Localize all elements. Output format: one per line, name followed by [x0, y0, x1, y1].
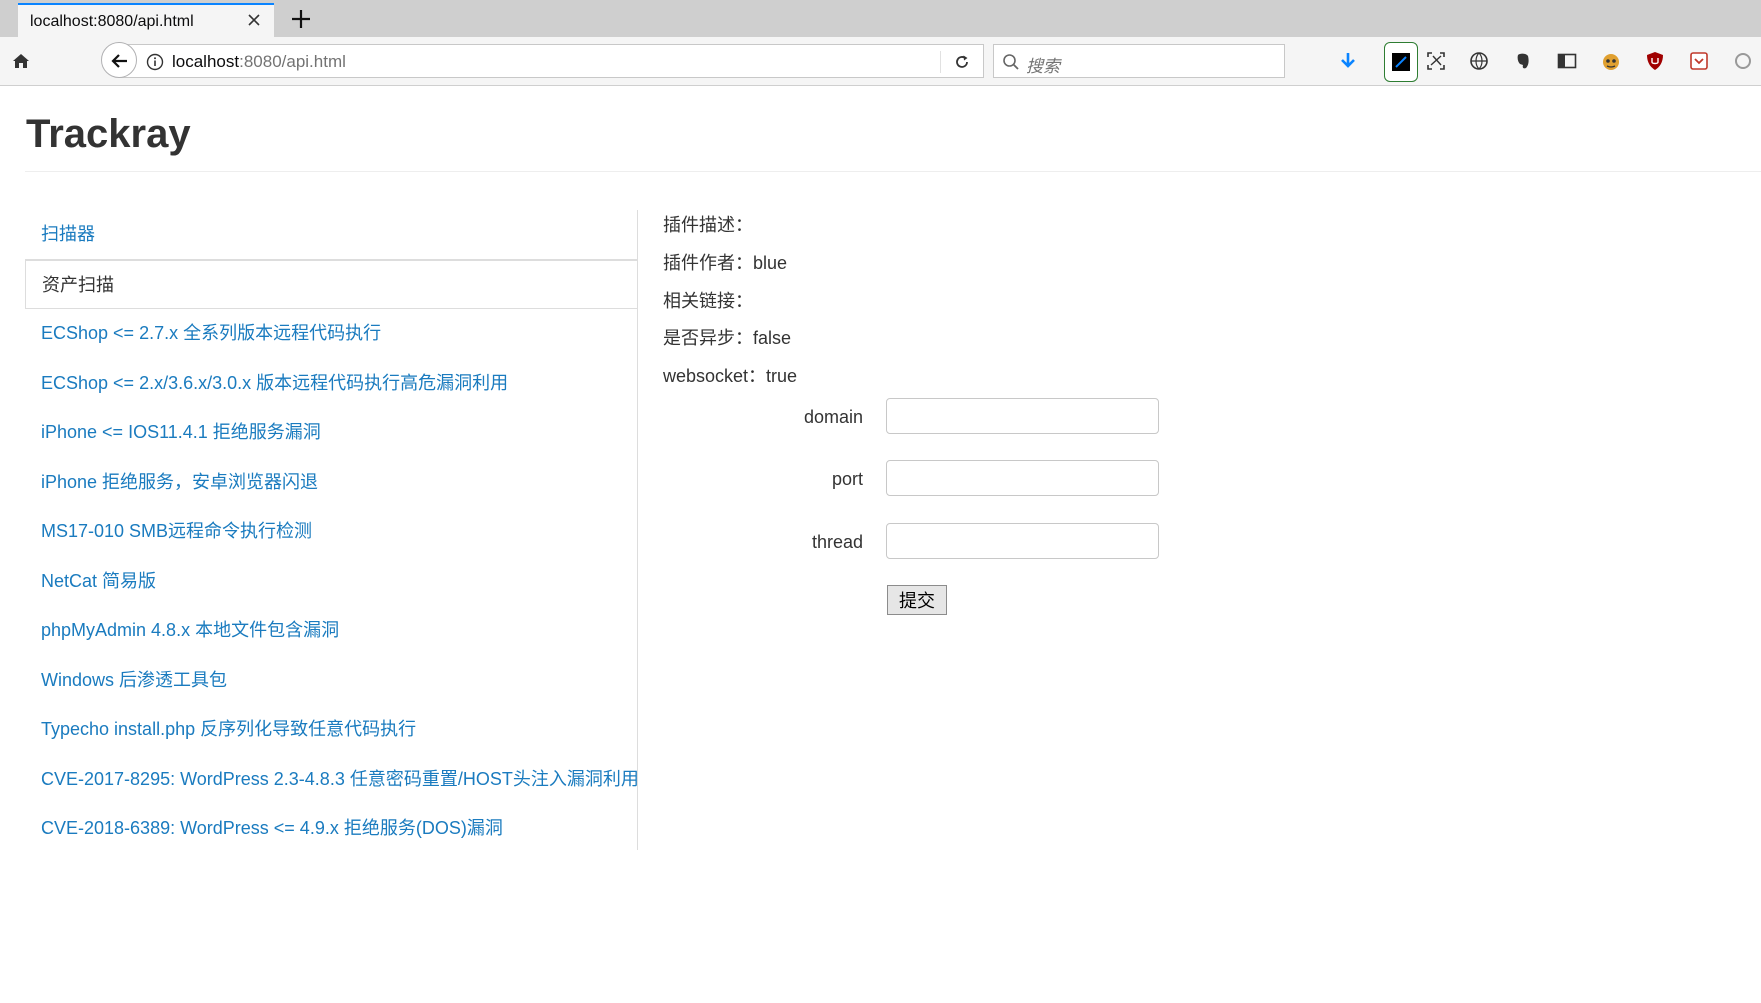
navigation-toolbar: localhost:8080/api.html 搜索	[0, 37, 1761, 86]
sidebar-item-ecshop-27[interactable]: ECShop <= 2.7.x 全系列版本远程代码执行	[25, 309, 637, 359]
sidebar-toggle-icon[interactable]	[1556, 50, 1578, 72]
tampermonkey-icon[interactable]	[1600, 50, 1622, 72]
domain-input[interactable]	[886, 398, 1159, 434]
sidebar-item-cve-2018-6389[interactable]: CVE-2018-6389: WordPress <= 4.9.x 拒绝服务(D…	[25, 804, 637, 854]
black-square-icon	[1392, 53, 1410, 71]
port-label: port	[831, 469, 863, 489]
extension-active-button[interactable]	[1384, 42, 1418, 82]
port-input[interactable]	[886, 460, 1159, 496]
reload-icon[interactable]	[953, 53, 971, 71]
thread-input[interactable]	[886, 523, 1159, 559]
sidebar-item-phpmyadmin[interactable]: phpMyAdmin 4.8.x 本地文件包含漏洞	[25, 606, 637, 656]
sidebar-item-scanner[interactable]: 扫描器	[25, 210, 637, 260]
plugin-links: 相关链接：	[663, 291, 753, 311]
thread-label: thread	[811, 532, 863, 552]
arrow-left-icon	[111, 54, 127, 68]
title-divider	[25, 171, 1761, 172]
evernote-icon[interactable]	[1512, 50, 1534, 72]
sidebar-item-windows-toolkit[interactable]: Windows 后渗透工具包	[25, 656, 637, 706]
sidebar-item-ms17-010[interactable]: MS17-010 SMB远程命令执行检测	[25, 507, 637, 557]
search-bar[interactable]: 搜索	[993, 44, 1285, 78]
sidebar-category-asset-scan[interactable]: 资产扫描	[25, 259, 637, 309]
download-icon[interactable]	[1337, 50, 1359, 72]
url-text[interactable]: localhost:8080/api.html	[172, 52, 346, 72]
plugin-author: 插件作者：blue	[663, 253, 788, 273]
sidebar-item-ecshop-2x[interactable]: ECShop <= 2.x/3.6.x/3.0.x 版本远程代码执行高危漏洞利用	[25, 359, 637, 409]
pocket-icon[interactable]	[1688, 50, 1710, 72]
web-developer-icon[interactable]	[1468, 50, 1490, 72]
sidebar-item-iphone-dos[interactable]: iPhone 拒绝服务，安卓浏览器闪退	[25, 458, 637, 508]
extension-circle-icon[interactable]	[1732, 50, 1754, 72]
sidebar-item-netcat[interactable]: NetCat 简易版	[25, 557, 637, 607]
search-placeholder: 搜索	[1026, 57, 1060, 76]
plugin-websocket: websocket：true	[663, 366, 798, 386]
new-tab-icon[interactable]	[290, 8, 312, 30]
url-bar[interactable]: localhost:8080/api.html	[118, 44, 984, 78]
plugin-sidebar: 扫描器 资产扫描 ECShop <= 2.7.x 全系列版本远程代码执行 ECS…	[25, 210, 638, 850]
tab-title: localhost:8080/api.html	[30, 13, 194, 30]
plugin-description: 插件描述：	[663, 215, 753, 235]
submit-button[interactable]: 提交	[887, 585, 947, 615]
search-icon	[1002, 53, 1020, 71]
tab-strip: localhost:8080/api.html	[0, 0, 1761, 37]
browser-tab[interactable]: localhost:8080/api.html	[18, 3, 274, 37]
home-icon[interactable]	[11, 51, 31, 71]
screenshot-icon[interactable]	[1425, 50, 1447, 72]
close-tab-icon[interactable]	[244, 10, 264, 30]
url-path: :8080/api.html	[239, 52, 346, 71]
domain-label: domain	[803, 407, 863, 427]
sidebar-item-cve-2017-8295[interactable]: CVE-2017-8295: WordPress 2.3-4.8.3 任意密码重…	[25, 755, 637, 805]
url-host: localhost	[172, 52, 240, 71]
sidebar-item-iphone-ios[interactable]: iPhone <= IOS11.4.1 拒绝服务漏洞	[25, 408, 637, 458]
info-icon[interactable]	[146, 53, 164, 71]
plugin-async: 是否异步：false	[663, 328, 792, 348]
page-title: Trackray	[26, 112, 191, 156]
ublock-icon[interactable]	[1644, 50, 1666, 72]
url-separator	[940, 51, 941, 73]
sidebar-item-typecho[interactable]: Typecho install.php 反序列化导致任意代码执行	[25, 705, 637, 755]
back-button[interactable]	[101, 42, 137, 78]
